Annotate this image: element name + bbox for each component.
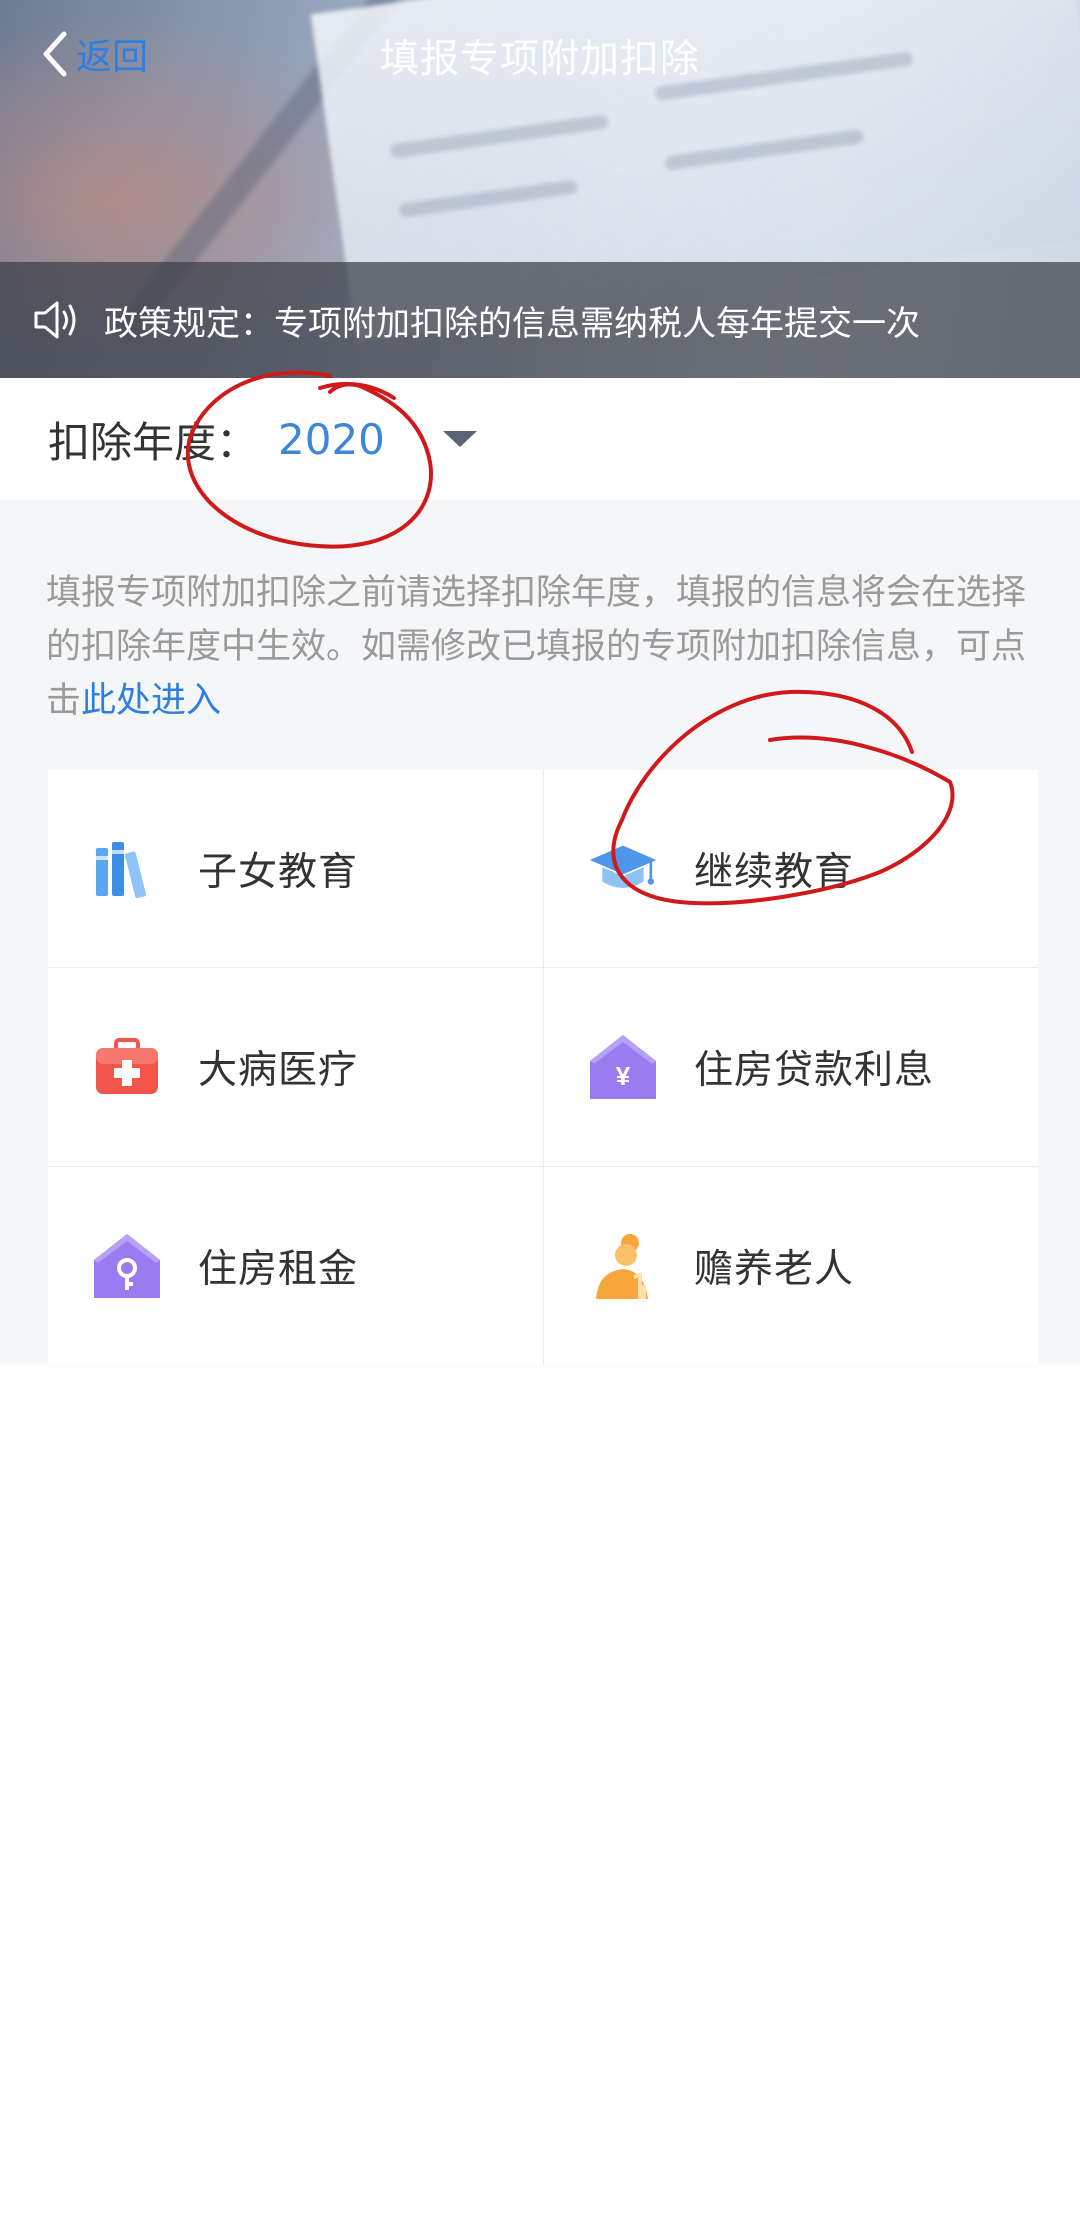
deduction-category-grid: 子女教育 继续教育 大病医疗 ¥ 住房贷款利息 住房租金 赡养老人	[48, 770, 1038, 1365]
category-serious-illness-medical[interactable]: 大病医疗	[48, 968, 543, 1167]
category-housing-loan-interest[interactable]: ¥ 住房贷款利息	[543, 968, 1038, 1167]
category-label: 继续教育	[694, 849, 855, 895]
category-elderly-support[interactable]: 赡养老人	[543, 1166, 1038, 1365]
header-banner: 返回 填报专项附加扣除 政策规定：专项附加扣除的信息需纳税人每年提交一次	[0, 0, 1080, 378]
category-children-education[interactable]: 子女教育	[48, 770, 543, 969]
graduation-cap-icon	[588, 834, 658, 904]
category-label: 大病医疗	[198, 1047, 359, 1093]
category-label: 子女教育	[198, 849, 359, 895]
elderly-person-icon	[588, 1231, 658, 1301]
content-area: 填报专项附加扣除之前请选择扣除年度，填报的信息将会在选择的扣除年度中生效。如需修…	[0, 500, 1080, 2223]
category-continuing-education[interactable]: 继续教育	[543, 770, 1038, 969]
deduction-year-value[interactable]: 2020	[278, 415, 385, 464]
policy-notice-bar: 政策规定：专项附加扣除的信息需纳税人每年提交一次	[0, 262, 1080, 378]
books-icon	[92, 834, 162, 904]
house-yen-icon: ¥	[588, 1032, 658, 1102]
deduction-year-label: 扣除年度：	[48, 417, 259, 467]
category-housing-rent[interactable]: 住房租金	[48, 1167, 543, 1365]
deduction-year-selector[interactable]: 扣除年度： 2020	[0, 378, 1080, 500]
svg-text:¥: ¥	[616, 1061, 631, 1091]
page-title: 填报专项附加扣除	[379, 37, 700, 82]
category-label: 住房贷款利息	[694, 1047, 935, 1093]
house-key-icon	[92, 1231, 162, 1301]
enter-here-link[interactable]: 此处进入	[81, 681, 221, 721]
navigation-bar: 返回 填报专项附加扣除	[0, 0, 1080, 110]
caret-down-icon[interactable]	[442, 431, 477, 447]
speaker-icon	[34, 301, 76, 339]
policy-notice-text: 政策规定：专项附加扣除的信息需纳税人每年提交一次	[104, 303, 920, 344]
first-aid-kit-icon	[92, 1032, 162, 1102]
category-label: 住房租金	[198, 1246, 359, 1292]
category-label: 赡养老人	[694, 1246, 855, 1292]
instruction-text: 填报专项附加扣除之前请选择扣除年度，填报的信息将会在选择的扣除年度中生效。如需修…	[46, 566, 1036, 728]
